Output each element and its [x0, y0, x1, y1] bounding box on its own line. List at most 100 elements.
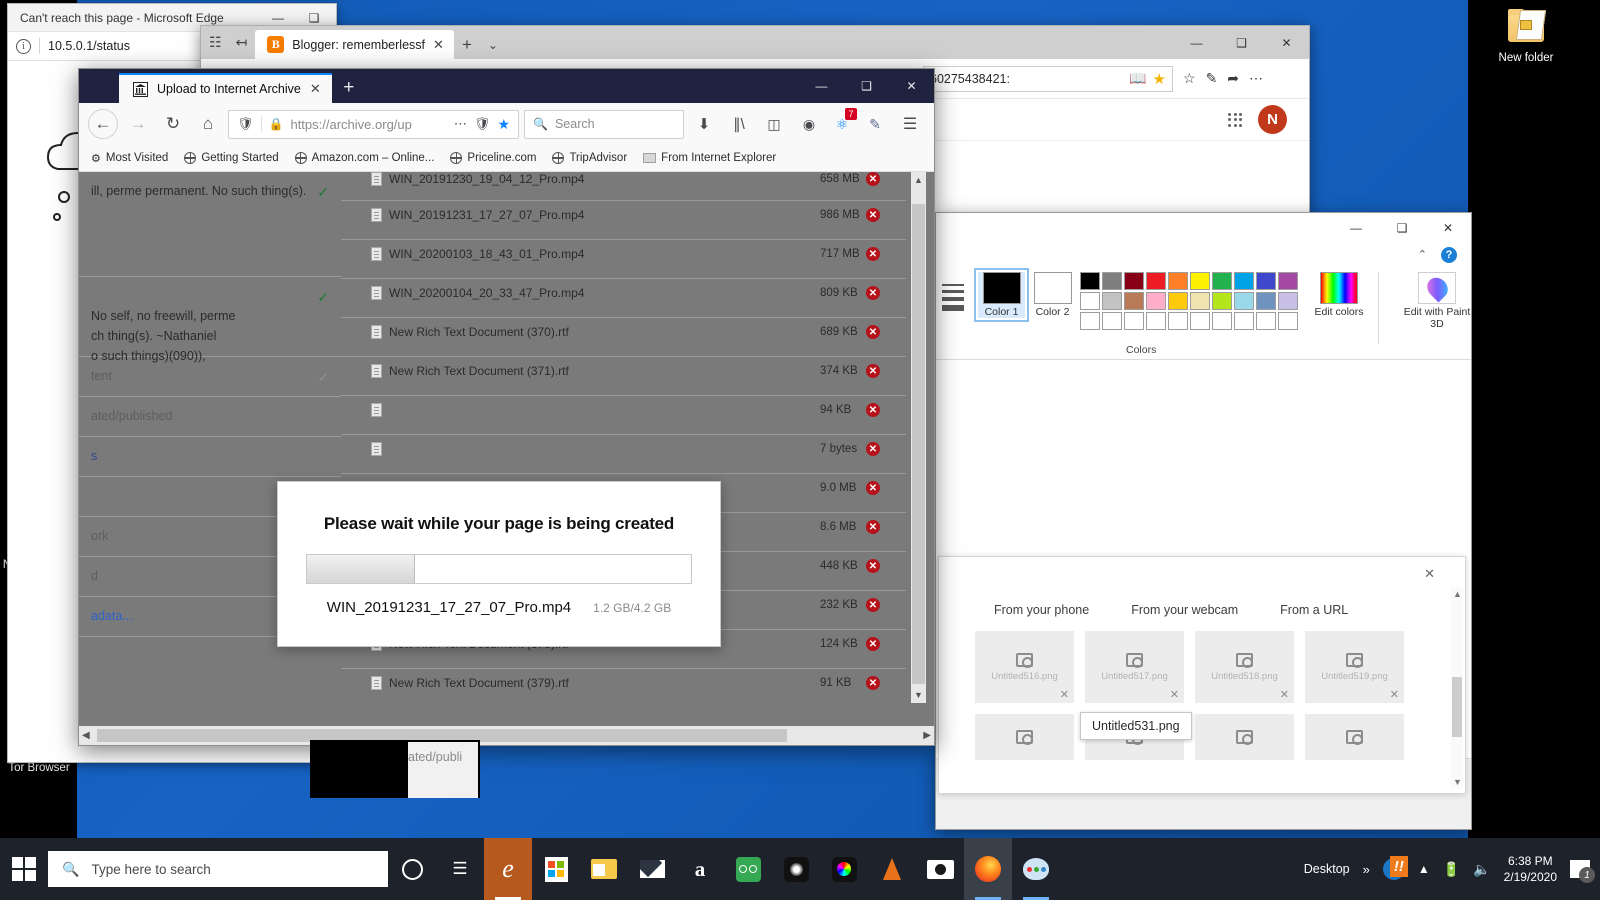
- tab-from-your-webcam[interactable]: From your webcam: [1131, 603, 1238, 617]
- close-button[interactable]: ✕: [889, 69, 934, 103]
- volume-icon[interactable]: 🔈: [1473, 861, 1490, 878]
- image-thumbnail[interactable]: [1305, 714, 1404, 760]
- camera-icon[interactable]: [916, 838, 964, 900]
- remove-file-button[interactable]: ✕: [866, 403, 880, 417]
- tab-preview-icon[interactable]: ☷: [209, 34, 222, 51]
- palette-swatch[interactable]: [1234, 312, 1254, 330]
- remove-file-button[interactable]: ✕: [866, 520, 880, 534]
- paint-help-row[interactable]: ⌃ ?: [936, 243, 1471, 266]
- tab-upload-to-internet-archive[interactable]: Upload to Internet Archive ✕: [119, 73, 332, 103]
- remove-file-button[interactable]: ✕: [866, 364, 880, 378]
- remove-file-button[interactable]: ✕: [866, 442, 880, 456]
- palette-row-1[interactable]: [1080, 272, 1298, 290]
- system-tray[interactable]: Desktop » !! ▲ 🔋 🔈 6:38 PM 2/19/2020 1: [1304, 853, 1600, 885]
- maximize-button[interactable]: ❑: [1379, 213, 1425, 243]
- palette-swatch[interactable]: [1080, 312, 1100, 330]
- bookmark-star-icon[interactable]: ★: [497, 116, 510, 133]
- metadata-row[interactable]: ill, perme permanent. No such thing(s). …: [79, 172, 341, 277]
- remove-file-button[interactable]: ✕: [866, 559, 880, 573]
- palette-swatch[interactable]: [1234, 272, 1254, 290]
- back-icon[interactable]: ←: [88, 109, 118, 139]
- palette-swatch[interactable]: [1212, 312, 1232, 330]
- archive-upload-page[interactable]: ill, perme permanent. No such thing(s). …: [79, 172, 934, 745]
- scroll-left-icon[interactable]: ◀: [82, 730, 90, 741]
- url-input[interactable]: 🛡 🔒 https://archive.org/up ⋯ 🛡 ★: [228, 109, 519, 139]
- bookmark-amazon[interactable]: Amazon.com – Online...: [294, 152, 434, 164]
- firefox-tab-strip[interactable]: Upload to Internet Archive ✕ + — ❑ ✕: [79, 69, 934, 103]
- reload-icon[interactable]: ↻: [158, 109, 188, 139]
- palette-swatch[interactable]: [1168, 272, 1188, 290]
- minimize-button[interactable]: —: [799, 69, 844, 103]
- clock[interactable]: 6:38 PM 2/19/2020: [1504, 853, 1557, 885]
- battery-icon[interactable]: 🔋: [1443, 861, 1460, 878]
- add-to-favorites-icon[interactable]: ☆: [1183, 70, 1196, 87]
- file-row[interactable]: WIN_20200103_18_43_01_Pro.mp4 717 MB ✕: [341, 239, 906, 278]
- color2-swatch[interactable]: Color 2: [1029, 272, 1076, 318]
- bookmark-most-visited[interactable]: ⚙ Most Visited: [91, 152, 168, 165]
- collapse-ribbon-icon[interactable]: ⌃: [1418, 248, 1427, 261]
- firefox-bookmarks-bar[interactable]: ⚙ Most Visited Getting Started Amazon.co…: [79, 145, 934, 172]
- palette-row-2[interactable]: [1080, 292, 1298, 310]
- image-thumbnail[interactable]: [975, 714, 1074, 760]
- remove-thumbnail-icon[interactable]: ✕: [1170, 688, 1179, 701]
- blogger-window-controls[interactable]: — ❑ ✕: [1174, 26, 1309, 59]
- remove-file-button[interactable]: ✕: [866, 676, 880, 690]
- file-row[interactable]: 94 KB ✕: [341, 395, 906, 434]
- palette-swatch[interactable]: [1212, 272, 1232, 290]
- home-icon[interactable]: ⌂: [193, 109, 223, 139]
- amazon-icon[interactable]: a: [676, 838, 724, 900]
- file-row[interactable]: 7 bytes ✕: [341, 434, 906, 473]
- bookmark-folder-from-ie[interactable]: From Internet Explorer: [643, 152, 776, 164]
- edit-with-paint3d-button[interactable]: Edit with Paint 3D: [1401, 272, 1473, 330]
- blogger-url-input[interactable]: 60275438421: 📖 ★: [923, 65, 1173, 92]
- edge-icon[interactable]: e: [484, 838, 532, 900]
- reading-view-icon[interactable]: 📖: [1129, 70, 1146, 87]
- palette-swatch[interactable]: [1190, 312, 1210, 330]
- image-thumbnail[interactable]: [1195, 714, 1294, 760]
- edge-tab-tools[interactable]: ☷ ↤: [201, 26, 255, 59]
- page-horizontal-scrollbar[interactable]: ◀ ▶: [79, 726, 934, 745]
- file-row[interactable]: WIN_20191230_19_04_12_Pro.mp4 658 MB ✕: [341, 172, 906, 200]
- google-apps-icon[interactable]: [1228, 112, 1242, 127]
- image-picker-scrollbar[interactable]: ▲ ▼: [1451, 587, 1463, 789]
- page-actions-icon[interactable]: ⋯: [454, 116, 467, 132]
- image-picker-tabs[interactable]: From your phone From your webcam From a …: [939, 557, 1465, 617]
- forward-icon[interactable]: →: [123, 109, 153, 139]
- remove-file-button[interactable]: ✕: [866, 325, 880, 339]
- remove-thumbnail-icon[interactable]: ✕: [1060, 688, 1069, 701]
- remove-thumbnail-icon[interactable]: ✕: [1390, 688, 1399, 701]
- chevron-down-icon[interactable]: ⌄: [480, 30, 506, 59]
- remove-file-button[interactable]: ✕: [866, 172, 880, 186]
- web-notes-icon[interactable]: ✎: [1206, 70, 1218, 87]
- maximize-button[interactable]: ❑: [1219, 26, 1264, 59]
- paint-icon[interactable]: [1012, 838, 1060, 900]
- firefox-navigation-bar[interactable]: ← → ↻ ⌂ 🛡 🔒 https://archive.org/up ⋯ 🛡 ★…: [79, 103, 934, 145]
- close-icon[interactable]: ✕: [1424, 566, 1435, 582]
- palette-swatch[interactable]: [1124, 272, 1144, 290]
- palette-swatch[interactable]: [1102, 312, 1122, 330]
- file-row[interactable]: New Rich Text Document (371).rtf 374 KB …: [341, 356, 906, 395]
- remove-file-button[interactable]: ✕: [866, 208, 880, 222]
- hamburger-menu-icon[interactable]: ☰: [895, 109, 925, 139]
- tray-alert-icon[interactable]: !!: [1382, 856, 1408, 880]
- file-row[interactable]: New Rich Text Document (370).rtf 689 KB …: [341, 317, 906, 356]
- color1-swatch[interactable]: Color 1: [974, 268, 1029, 322]
- help-icon[interactable]: ?: [1441, 246, 1457, 263]
- overflow-icon[interactable]: »: [1363, 862, 1370, 877]
- set-tabs-aside-icon[interactable]: ↤: [236, 34, 248, 51]
- sidebar-icon[interactable]: ◫: [759, 109, 789, 139]
- scroll-up-icon[interactable]: ▲: [1453, 589, 1462, 599]
- palette-swatch[interactable]: [1256, 292, 1276, 310]
- tab-from-a-url[interactable]: From a URL: [1280, 603, 1348, 617]
- highlighter-icon[interactable]: ✎: [860, 109, 890, 139]
- file-row[interactable]: WIN_20200104_20_33_47_Pro.mp4 809 KB ✕: [341, 278, 906, 317]
- palette-swatch[interactable]: [1168, 292, 1188, 310]
- desktop-icon-new-folder[interactable]: New folder: [1489, 8, 1563, 65]
- palette-swatch[interactable]: [1124, 292, 1144, 310]
- pocket-icon[interactable]: 🛡: [474, 116, 491, 132]
- colors-group[interactable]: Color 1 Color 2 Edit colors Edit with Pa…: [970, 268, 1473, 344]
- scroll-up-icon[interactable]: ▲: [914, 175, 923, 185]
- avatar[interactable]: N: [1258, 105, 1287, 134]
- close-button[interactable]: ✕: [1425, 213, 1471, 243]
- palette-swatch[interactable]: [1124, 312, 1144, 330]
